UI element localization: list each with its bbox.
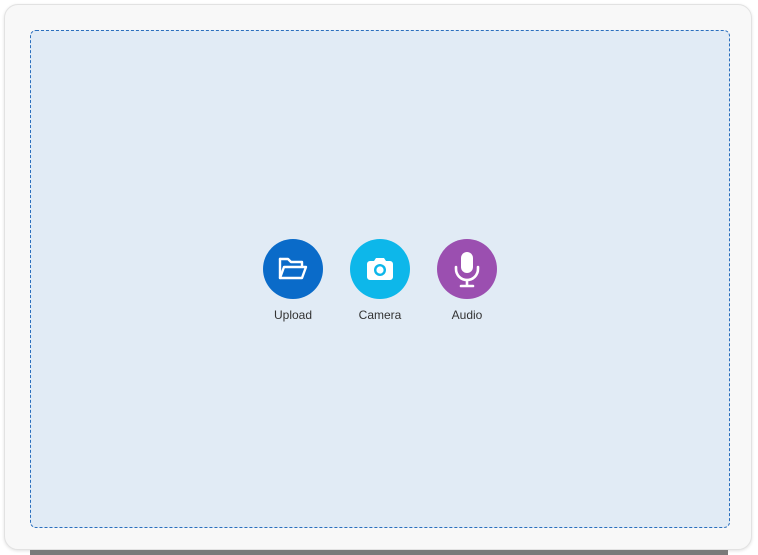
camera-icon	[364, 255, 396, 283]
action-buttons: Upload Camera Audio	[263, 239, 497, 322]
camera-circle[interactable]	[350, 239, 410, 299]
camera-button[interactable]: Camera	[350, 239, 410, 322]
bottom-edge-bar	[30, 550, 728, 555]
drop-zone[interactable]: Upload Camera Audio	[30, 30, 730, 528]
upload-label: Upload	[273, 308, 313, 322]
camera-label: Camera	[358, 308, 402, 322]
folder-open-icon	[276, 255, 310, 283]
audio-label: Audio	[451, 308, 483, 322]
microphone-icon	[453, 250, 481, 288]
audio-button[interactable]: Audio	[437, 239, 497, 322]
upload-button[interactable]: Upload	[263, 239, 323, 322]
audio-circle[interactable]	[437, 239, 497, 299]
media-picker-card: Upload Camera Audio	[4, 4, 752, 550]
upload-circle[interactable]	[263, 239, 323, 299]
